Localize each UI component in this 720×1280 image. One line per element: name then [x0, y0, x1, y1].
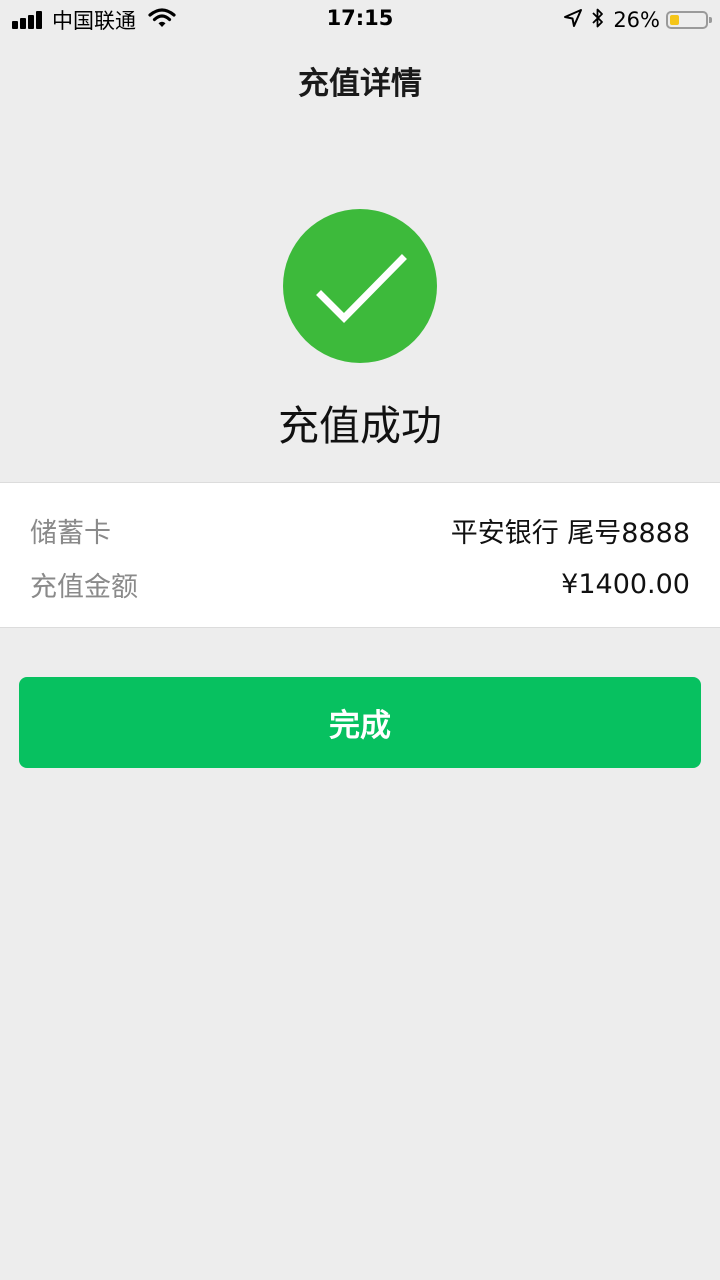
- amount-label: 充值金额: [30, 571, 138, 603]
- amount-row: 充值金额 ¥1400.00: [30, 564, 690, 604]
- details-card: 储蓄卡 平安银行 尾号8888 充值金额 ¥1400.00: [0, 482, 720, 628]
- checkmark-icon: [316, 254, 407, 323]
- battery-percent: 26%: [613, 8, 660, 32]
- status-bar: 中国联通 17:15 26%: [0, 0, 720, 40]
- card-row: 储蓄卡 平安银行 尾号8888: [30, 510, 690, 550]
- location-icon: [563, 8, 583, 32]
- bluetooth-icon: [591, 7, 605, 33]
- recharge-detail-screen: 中国联通 17:15 26% 充值详情 充值成功 储蓄卡 平安银行 尾号8888…: [0, 0, 720, 1280]
- battery-level: [670, 15, 679, 25]
- success-title: 充值成功: [278, 402, 442, 450]
- amount-value: ¥1400.00: [561, 568, 690, 600]
- card-label: 储蓄卡: [30, 517, 111, 549]
- battery-tip: [709, 17, 712, 23]
- success-badge: [283, 209, 437, 363]
- status-right: 26%: [563, 6, 712, 34]
- done-button[interactable]: 完成: [19, 677, 701, 768]
- card-value: 平安银行 尾号8888: [450, 517, 690, 549]
- page-title: 充值详情: [298, 66, 422, 102]
- battery-icon: [666, 11, 712, 29]
